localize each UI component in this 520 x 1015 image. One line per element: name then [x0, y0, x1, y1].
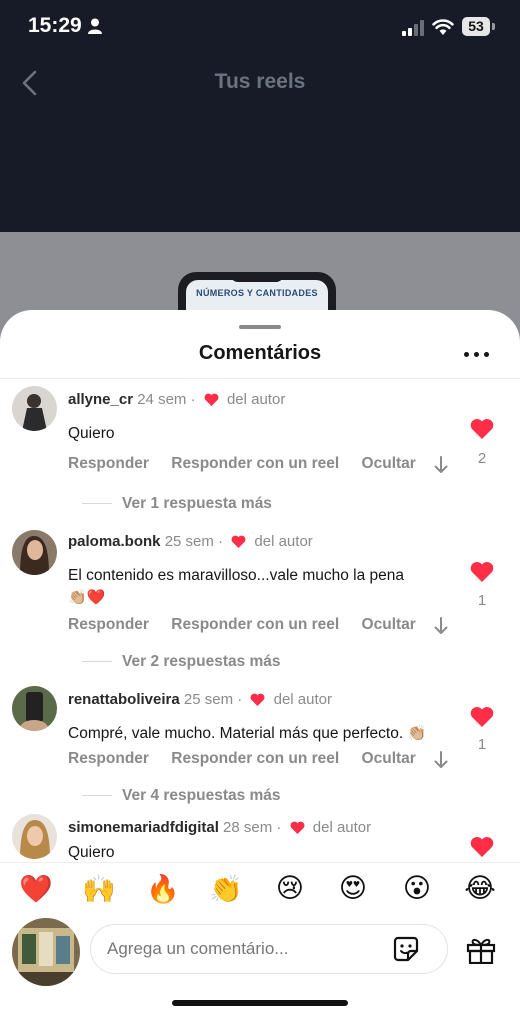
author-heart-icon — [204, 393, 219, 406]
hide-button[interactable]: Ocultar — [362, 455, 416, 472]
home-indicator[interactable] — [172, 1000, 348, 1006]
view-more-replies-label: Ver 4 respuestas más — [122, 787, 281, 804]
emoji-heart-eyes[interactable]: 😍 — [333, 873, 373, 904]
gift-icon[interactable] — [466, 936, 496, 964]
reply-with-reel-button[interactable]: Responder con un reel — [171, 750, 339, 767]
emoji-clap[interactable]: 👏 — [206, 873, 246, 905]
comment-header: allyne_cr 24 sem · del autor — [68, 391, 286, 408]
comment-actions: Responder Responder con un reel Ocultar — [68, 455, 434, 473]
wifi-icon — [432, 19, 454, 35]
person-icon — [88, 18, 102, 34]
comment-text: Quiero — [68, 425, 115, 442]
battery-tip — [492, 23, 495, 30]
heart-icon[interactable] — [470, 836, 494, 857]
emoji-laughing[interactable]: 😂 — [460, 873, 500, 904]
heart-icon[interactable] — [470, 561, 494, 582]
status-bar: 15:29 53 — [0, 0, 520, 56]
hide-button[interactable]: Ocultar — [362, 616, 416, 633]
comment-age: 25 sem — [164, 533, 214, 550]
comment-text: El contenido es maravilloso...vale mucho… — [68, 567, 405, 584]
comment-input-placeholder: Agrega un comentário... — [107, 939, 289, 958]
more-icon[interactable] — [464, 346, 490, 364]
comment-header: simonemariadfdigital 28 sem · del autor — [68, 819, 372, 836]
view-more-replies-label: Ver 2 respuestas más — [122, 653, 281, 670]
page-title: Tus reels — [214, 70, 306, 93]
view-more-replies[interactable]: Ver 2 respuestas más — [68, 653, 281, 671]
my-avatar[interactable] — [12, 918, 80, 986]
comment-username[interactable]: renattaboliveira — [68, 691, 180, 708]
comment-username[interactable]: paloma.bonk — [68, 533, 161, 550]
like-count: 1 — [477, 736, 487, 753]
view-more-replies[interactable]: Ver 1 respuesta más — [68, 495, 272, 513]
avatar[interactable] — [12, 686, 57, 731]
emoji-crying[interactable]: 😢 — [270, 873, 310, 904]
view-more-replies-label: Ver 1 respuesta más — [122, 495, 272, 512]
phone-notch — [230, 272, 284, 282]
comment-input[interactable]: Agrega un comentário... — [90, 924, 448, 974]
emoji-fire[interactable]: 🔥 — [143, 873, 183, 905]
heart-icon[interactable] — [470, 418, 494, 439]
comment-age: 24 sem — [137, 391, 187, 408]
reply-button[interactable]: Responder — [68, 455, 149, 472]
sticker-icon[interactable] — [393, 936, 419, 962]
comment-header: renattaboliveira 25 sem · del autor — [68, 691, 332, 708]
status-time: 15:29 — [28, 14, 82, 37]
down-arrow-icon[interactable] — [434, 456, 448, 474]
avatar[interactable] — [12, 814, 57, 859]
comment-username[interactable]: simonemariadfdigital — [68, 819, 219, 836]
author-heart-icon — [231, 535, 246, 548]
quick-emoji-bar: ❤️ 🙌 🔥 👏 😢 😍 😮 😂 — [0, 862, 520, 919]
sheet-drag-handle[interactable] — [239, 325, 281, 329]
emoji-raised-hands[interactable]: 🙌 — [79, 873, 119, 905]
like-count: 2 — [477, 450, 487, 467]
comment-actions: Responder Responder con un reel Ocultar — [68, 750, 434, 768]
comment-age: 25 sem — [183, 691, 234, 708]
author-liked-label: del autor — [254, 533, 313, 550]
hide-button[interactable]: Ocultar — [362, 750, 416, 767]
reply-with-reel-button[interactable]: Responder con un reel — [171, 455, 339, 472]
heart-icon[interactable] — [470, 706, 494, 727]
view-more-replies[interactable]: Ver 4 respuestas más — [68, 787, 281, 805]
author-liked-label: del autor — [226, 391, 286, 408]
comment-username[interactable]: allyne_cr — [68, 391, 133, 408]
comment-text-emojis: 👏🏼❤️ — [68, 589, 106, 606]
comment-text: Quiero — [68, 844, 115, 861]
sheet-divider — [0, 378, 520, 379]
author-heart-icon — [250, 693, 265, 706]
author-heart-icon — [290, 821, 305, 834]
down-arrow-icon[interactable] — [434, 751, 448, 769]
emoji-surprised[interactable]: 😮 — [397, 873, 437, 904]
sheet-title: Comentários — [198, 342, 322, 364]
reply-button[interactable]: Responder — [68, 750, 149, 767]
author-liked-label: del autor — [273, 691, 332, 708]
author-liked-label: del autor — [312, 819, 372, 836]
comment-age: 28 sem — [223, 819, 273, 836]
battery-indicator: 53 — [462, 17, 490, 36]
reply-button[interactable]: Responder — [68, 616, 149, 633]
emoji-heart[interactable]: ❤️ — [16, 873, 56, 905]
avatar[interactable] — [12, 530, 57, 575]
comment-actions: Responder Responder con un reel Ocultar — [68, 616, 434, 634]
comment-header: paloma.bonk 25 sem · del autor — [68, 533, 313, 550]
like-count: 1 — [477, 592, 487, 609]
down-arrow-icon[interactable] — [434, 617, 448, 635]
avatar[interactable] — [12, 386, 57, 431]
reply-with-reel-button[interactable]: Responder con un reel — [171, 616, 339, 633]
signal-icon — [402, 20, 424, 36]
comment-text: Compré, vale mucho. Material más que per… — [68, 725, 427, 742]
